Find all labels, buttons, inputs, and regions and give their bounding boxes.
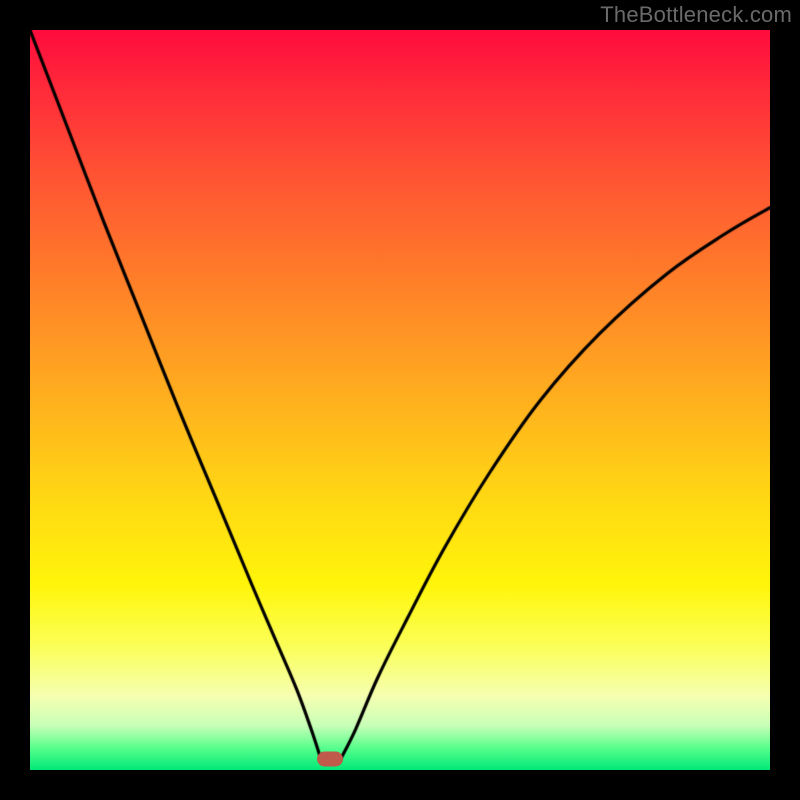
watermark-text: TheBottleneck.com — [600, 2, 792, 28]
gradient-plot-area — [30, 30, 770, 770]
optimal-point-marker — [317, 751, 343, 766]
bottleneck-curve — [30, 30, 770, 770]
chart-frame: TheBottleneck.com — [0, 0, 800, 800]
